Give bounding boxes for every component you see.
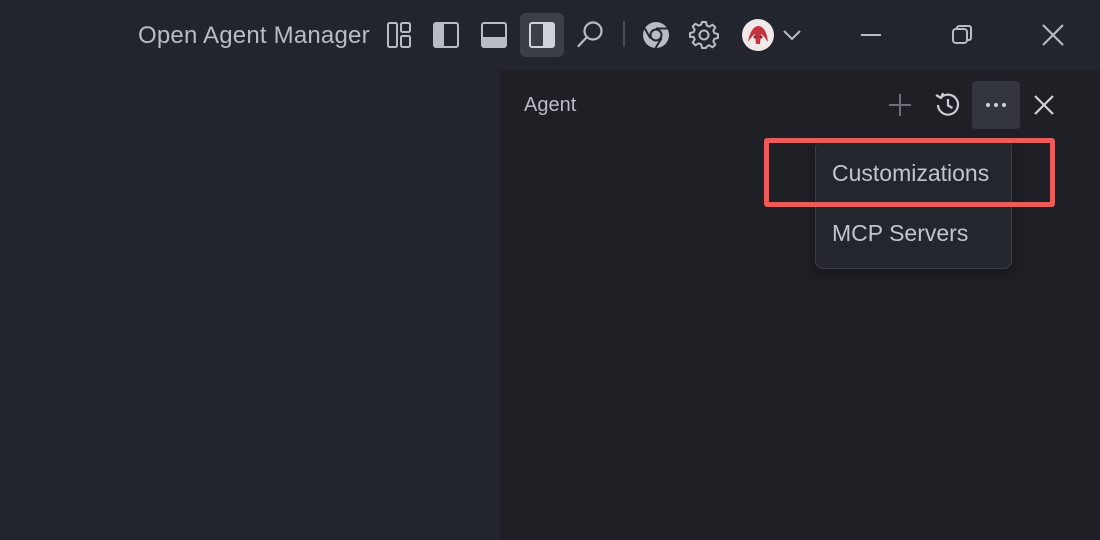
history-icon[interactable] <box>924 81 972 129</box>
close-panel-icon[interactable] <box>1020 81 1068 129</box>
toggle-primary-sidebar-icon[interactable] <box>424 13 468 57</box>
chevron-down-icon[interactable] <box>770 13 814 57</box>
menu-item-mcp-servers[interactable]: MCP Servers <box>832 220 968 247</box>
settings-gear-icon[interactable] <box>682 13 726 57</box>
panel-title: Agent <box>524 94 577 116</box>
toggle-panel-icon[interactable] <box>472 13 516 57</box>
app-title: Open Agent Manager <box>138 22 370 49</box>
toggle-secondary-sidebar-icon[interactable] <box>520 13 564 57</box>
close-window-icon[interactable] <box>1031 13 1075 57</box>
minimize-icon[interactable] <box>849 13 893 57</box>
restore-icon[interactable] <box>940 13 984 57</box>
new-chat-plus-icon[interactable] <box>876 81 924 129</box>
more-actions-icon[interactable] <box>972 81 1020 129</box>
title-bar: Open Agent Manager <box>0 0 1100 70</box>
search-icon[interactable] <box>568 13 612 57</box>
highlight-box <box>764 138 1055 207</box>
customize-layout-icon[interactable] <box>377 13 421 57</box>
titlebar-separator <box>623 21 625 47</box>
chrome-icon[interactable] <box>634 13 678 57</box>
